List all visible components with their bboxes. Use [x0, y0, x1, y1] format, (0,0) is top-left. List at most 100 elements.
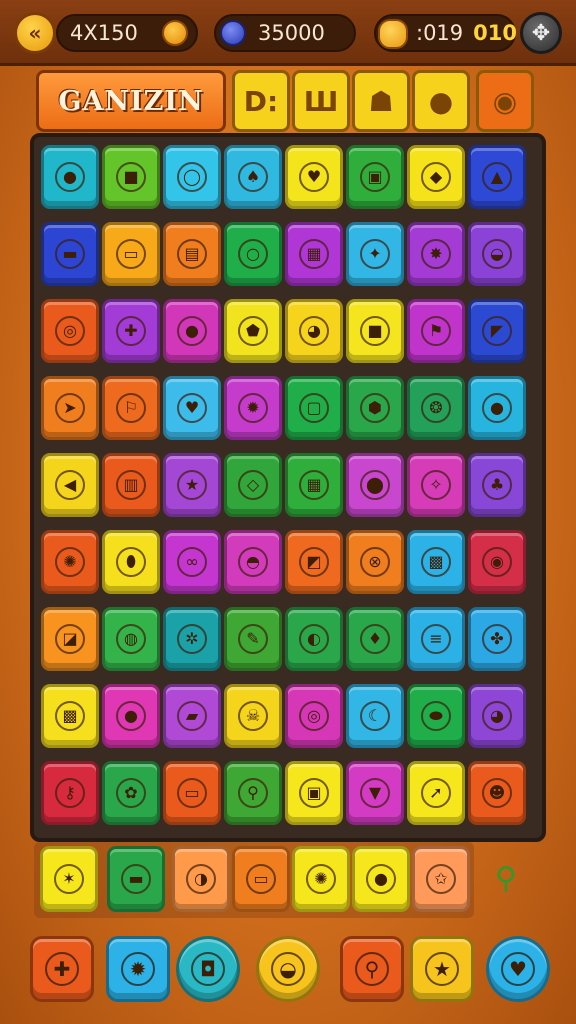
board-tile[interactable]: ◆	[407, 145, 465, 209]
board-tile[interactable]: ●	[102, 684, 160, 748]
dumpling-icon: ◓	[238, 547, 268, 577]
board-tile[interactable]: ♥	[285, 145, 343, 209]
board-tile[interactable]: ●	[163, 299, 221, 363]
board-tile[interactable]: ◕	[285, 299, 343, 363]
back-arrows-icon[interactable]: «	[14, 12, 56, 54]
board-tile[interactable]: ◕	[468, 684, 526, 748]
tray-tile[interactable]: ▬	[107, 846, 165, 912]
board-tile[interactable]: ▤	[163, 222, 221, 286]
board-tile[interactable]: ✲	[163, 607, 221, 671]
board-tile[interactable]: ▼	[346, 761, 404, 825]
board-tile[interactable]: ◯	[163, 145, 221, 209]
board-tile[interactable]: ≡	[407, 607, 465, 671]
board-tile[interactable]: ▥	[102, 453, 160, 517]
board-tile[interactable]: ◒	[468, 222, 526, 286]
board-tile[interactable]: ⬬	[407, 684, 465, 748]
booster-button[interactable]: ◒	[256, 936, 320, 1002]
board-tile[interactable]: ▲	[468, 145, 526, 209]
board-tile[interactable]: ✿	[102, 761, 160, 825]
board-tile[interactable]: ⚷	[41, 761, 99, 825]
booster-button[interactable]: ★	[410, 936, 474, 1002]
tray-tile[interactable]: ▭	[232, 846, 290, 912]
board-tile[interactable]: ⬟	[224, 299, 282, 363]
fish-round-icon: ◑	[186, 864, 216, 894]
board-tile[interactable]: ⬢	[346, 376, 404, 440]
tray-tile[interactable]: ●	[352, 846, 410, 912]
board-tile[interactable]: ⬮	[102, 530, 160, 594]
board-tile[interactable]: ♠	[224, 145, 282, 209]
board-tile[interactable]: ⬤	[346, 453, 404, 517]
board-tile[interactable]: ◩	[285, 530, 343, 594]
booster-button[interactable]: ◘	[176, 936, 240, 1002]
settings-icon[interactable]: ✥	[520, 12, 562, 54]
board-tile[interactable]: ⚐	[102, 376, 160, 440]
board-tile[interactable]: ✤	[468, 607, 526, 671]
board-tile[interactable]: ♣	[468, 453, 526, 517]
board-tile[interactable]: ◓	[224, 530, 282, 594]
apple-icon: ●	[55, 162, 85, 192]
booster-button[interactable]: ✹	[106, 936, 170, 1002]
board-tile[interactable]: ✸	[407, 222, 465, 286]
board-tile[interactable]: ●	[468, 376, 526, 440]
booster-button[interactable]: ✚	[30, 936, 94, 1002]
board-tile[interactable]: ▰	[163, 684, 221, 748]
lollipop-icon[interactable]: ⚲	[486, 858, 526, 898]
heart-icon: ♥	[177, 393, 207, 423]
board-tile[interactable]: ☾	[346, 684, 404, 748]
board-tile[interactable]: ◪	[41, 607, 99, 671]
board-tile[interactable]: ■	[346, 299, 404, 363]
board-tile[interactable]: ▬	[41, 222, 99, 286]
board-tile[interactable]: ■	[102, 145, 160, 209]
board-tile[interactable]: ✦	[346, 222, 404, 286]
tray-tile[interactable]: ✺	[292, 846, 350, 912]
tray-tile[interactable]: ✶	[40, 846, 98, 912]
board-tile[interactable]: ▦	[285, 222, 343, 286]
board-tile[interactable]: ◎	[41, 299, 99, 363]
board-tile[interactable]: ○	[224, 222, 282, 286]
board-tile[interactable]: ▣	[285, 761, 343, 825]
board-tile[interactable]: ▭	[102, 222, 160, 286]
board-tile[interactable]: ◇	[224, 453, 282, 517]
board-tile[interactable]: ✧	[407, 453, 465, 517]
board-tile[interactable]: ▭	[163, 761, 221, 825]
board-tile[interactable]: ∞	[163, 530, 221, 594]
leaf-orange-icon: ♦	[360, 624, 390, 654]
board-tile[interactable]: ◐	[285, 607, 343, 671]
booster-button[interactable]: ⚲	[340, 936, 404, 1002]
board-tile[interactable]: ☻	[468, 761, 526, 825]
tray-tile[interactable]: ◑	[172, 846, 230, 912]
frame-icon: ▢	[299, 393, 329, 423]
board-tile[interactable]: ✚	[102, 299, 160, 363]
board-tile[interactable]: ◍	[102, 607, 160, 671]
board-tile[interactable]: ♥	[163, 376, 221, 440]
board-tile[interactable]: ◀	[41, 453, 99, 517]
board-tile[interactable]: ✹	[224, 376, 282, 440]
crab-icon: ✺	[55, 547, 85, 577]
board-tile[interactable]: ★	[163, 453, 221, 517]
board-tile[interactable]: ➚	[407, 761, 465, 825]
flower-icon: ✿	[116, 778, 146, 808]
board-tile[interactable]: ▢	[285, 376, 343, 440]
board-tile[interactable]: ⚑	[407, 299, 465, 363]
board-tile[interactable]: ◤	[468, 299, 526, 363]
board-tile[interactable]: ▩	[41, 684, 99, 748]
board-tile[interactable]: ▣	[346, 145, 404, 209]
tray-tile[interactable]: ✩	[412, 846, 470, 912]
board-tile[interactable]: ◉	[468, 530, 526, 594]
board-tile[interactable]: ✺	[41, 530, 99, 594]
title-tile: ☗	[352, 70, 410, 132]
board-tile[interactable]: ▩	[407, 530, 465, 594]
board-tile[interactable]: ♦	[346, 607, 404, 671]
board-tile[interactable]: ➤	[41, 376, 99, 440]
board-tile[interactable]: ⊗	[346, 530, 404, 594]
board-tile[interactable]: ☠	[224, 684, 282, 748]
board-tile[interactable]: ◎	[285, 684, 343, 748]
board-tile[interactable]: ●	[41, 145, 99, 209]
cube-icon: ■	[360, 316, 390, 346]
board-tile[interactable]: ❂	[407, 376, 465, 440]
booster-button[interactable]: ♥	[486, 936, 550, 1002]
board-tile[interactable]: ✎	[224, 607, 282, 671]
star-icon: ★	[177, 470, 207, 500]
board-tile[interactable]: ▦	[285, 453, 343, 517]
board-tile[interactable]: ⚲	[224, 761, 282, 825]
